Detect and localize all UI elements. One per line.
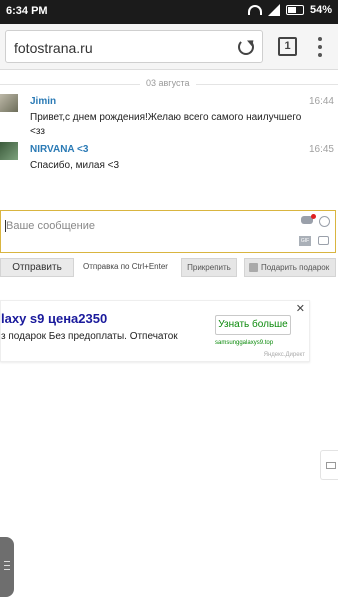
message-time: 16:44 — [308, 96, 334, 107]
date-separator: 03 августа — [0, 78, 338, 90]
notification-dot — [311, 214, 316, 219]
message-item: Jimin 16:44 Привет,с днем рождения!Желаю… — [0, 94, 338, 138]
camera-icon[interactable] — [318, 236, 329, 245]
attach-button[interactable]: Прикрепить — [181, 258, 237, 277]
browser-toolbar: fotostrana.ru 1 — [0, 24, 338, 70]
side-messages-widget[interactable] — [320, 450, 338, 480]
composer-actions: Отправить Отправка по Ctrl+Enter Прикреп… — [0, 258, 338, 278]
close-icon[interactable]: ✕ — [296, 302, 305, 315]
send-button[interactable]: Отправить — [0, 258, 74, 277]
status-time: 6:34 PM — [6, 5, 48, 17]
signal-icon — [267, 4, 280, 16]
sticker-icon[interactable] — [319, 216, 330, 227]
message-item: NIRVANA <3 16:45 Спасибо, милая <3 — [0, 142, 338, 176]
ad-banner[interactable]: laxy s9 цена2350 ✕ з подарок Без предопл… — [0, 300, 310, 362]
message-author[interactable]: Jimin — [30, 96, 56, 107]
wifi-icon — [247, 5, 262, 15]
overflow-menu-icon[interactable] — [318, 37, 322, 57]
url-text[interactable]: fotostrana.ru — [14, 40, 93, 56]
mail-icon — [326, 462, 336, 469]
send-hint: Отправка по Ctrl+Enter — [83, 262, 168, 271]
message-time: 16:45 — [308, 144, 334, 155]
gift-button-label: Подарить подарок — [261, 263, 330, 272]
ad-domain[interactable]: samsunggalaxys9.top — [215, 340, 273, 346]
ad-source: Яндекс.Директ — [263, 352, 305, 358]
ad-title[interactable]: laxy s9 цена2350 — [1, 311, 107, 326]
address-bar[interactable]: fotostrana.ru — [5, 30, 263, 63]
status-indicators: 54% — [247, 4, 332, 16]
avatar[interactable] — [0, 94, 18, 112]
message-input[interactable]: Ваше сообщение GIF — [0, 210, 336, 253]
battery-percent: 54% — [309, 4, 332, 16]
ad-text: з подарок Без предоплаты. Отпечаток — [1, 331, 178, 342]
message-text: Спасибо, милая <3 — [30, 160, 120, 171]
tab-switcher-button[interactable]: 1 — [278, 37, 297, 56]
gif-icon[interactable]: GIF — [299, 236, 311, 246]
gift-button[interactable]: Подарить подарок — [244, 258, 336, 277]
learn-more-button[interactable]: Узнать больше — [215, 315, 291, 335]
avatar[interactable] — [0, 142, 18, 160]
battery-icon — [285, 5, 304, 15]
side-panel-handle[interactable] — [0, 537, 14, 597]
message-author[interactable]: NIRVANA <3 — [30, 144, 88, 155]
date-label: 03 августа — [140, 78, 196, 88]
reload-icon[interactable] — [238, 39, 254, 55]
message-placeholder: Ваше сообщение — [6, 220, 95, 232]
status-bar: 6:34 PM 54% — [0, 0, 338, 24]
gift-icon — [249, 263, 258, 272]
message-text-line2: <зз — [30, 126, 45, 137]
message-text: Привет,с днем рождения!Желаю всего самог… — [30, 112, 302, 123]
